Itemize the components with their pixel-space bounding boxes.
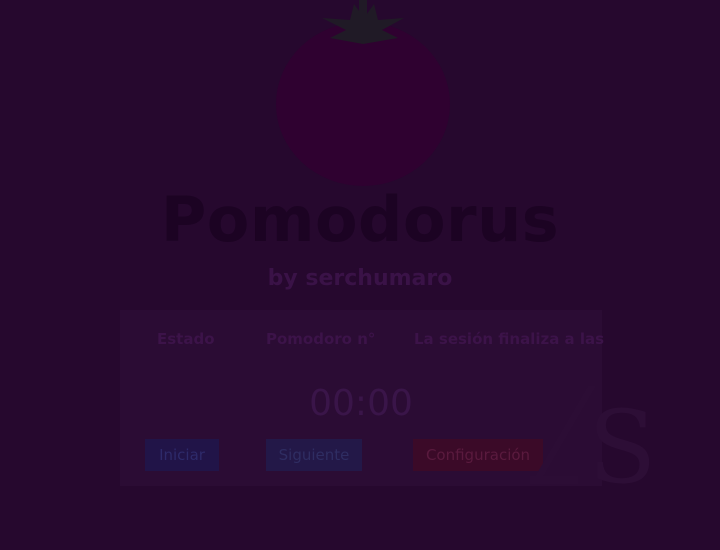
app-subtitle: by serchumaro [267, 266, 453, 291]
watermark-slash [532, 386, 596, 482]
session-end-label: La sesión finaliza a las [414, 330, 605, 348]
start-button[interactable]: Iniciar [145, 439, 219, 471]
next-button[interactable]: Siguiente [266, 439, 362, 471]
app-window: Pomodorus by serchumaro Estado Pomodoro … [0, 0, 720, 550]
watermark-logo-icon: S [530, 386, 657, 494]
tomato-body [276, 22, 450, 186]
pomodoro-number-label: Pomodoro n° [266, 330, 376, 348]
tomato-icon [276, 0, 450, 186]
tomato-stem [359, 0, 367, 22]
settings-button[interactable]: Configuración [413, 439, 543, 471]
watermark-letter: S [588, 389, 657, 494]
status-label: Estado [157, 330, 215, 348]
watermark-bar [530, 476, 578, 484]
app-title: Pomodorus [160, 183, 560, 256]
